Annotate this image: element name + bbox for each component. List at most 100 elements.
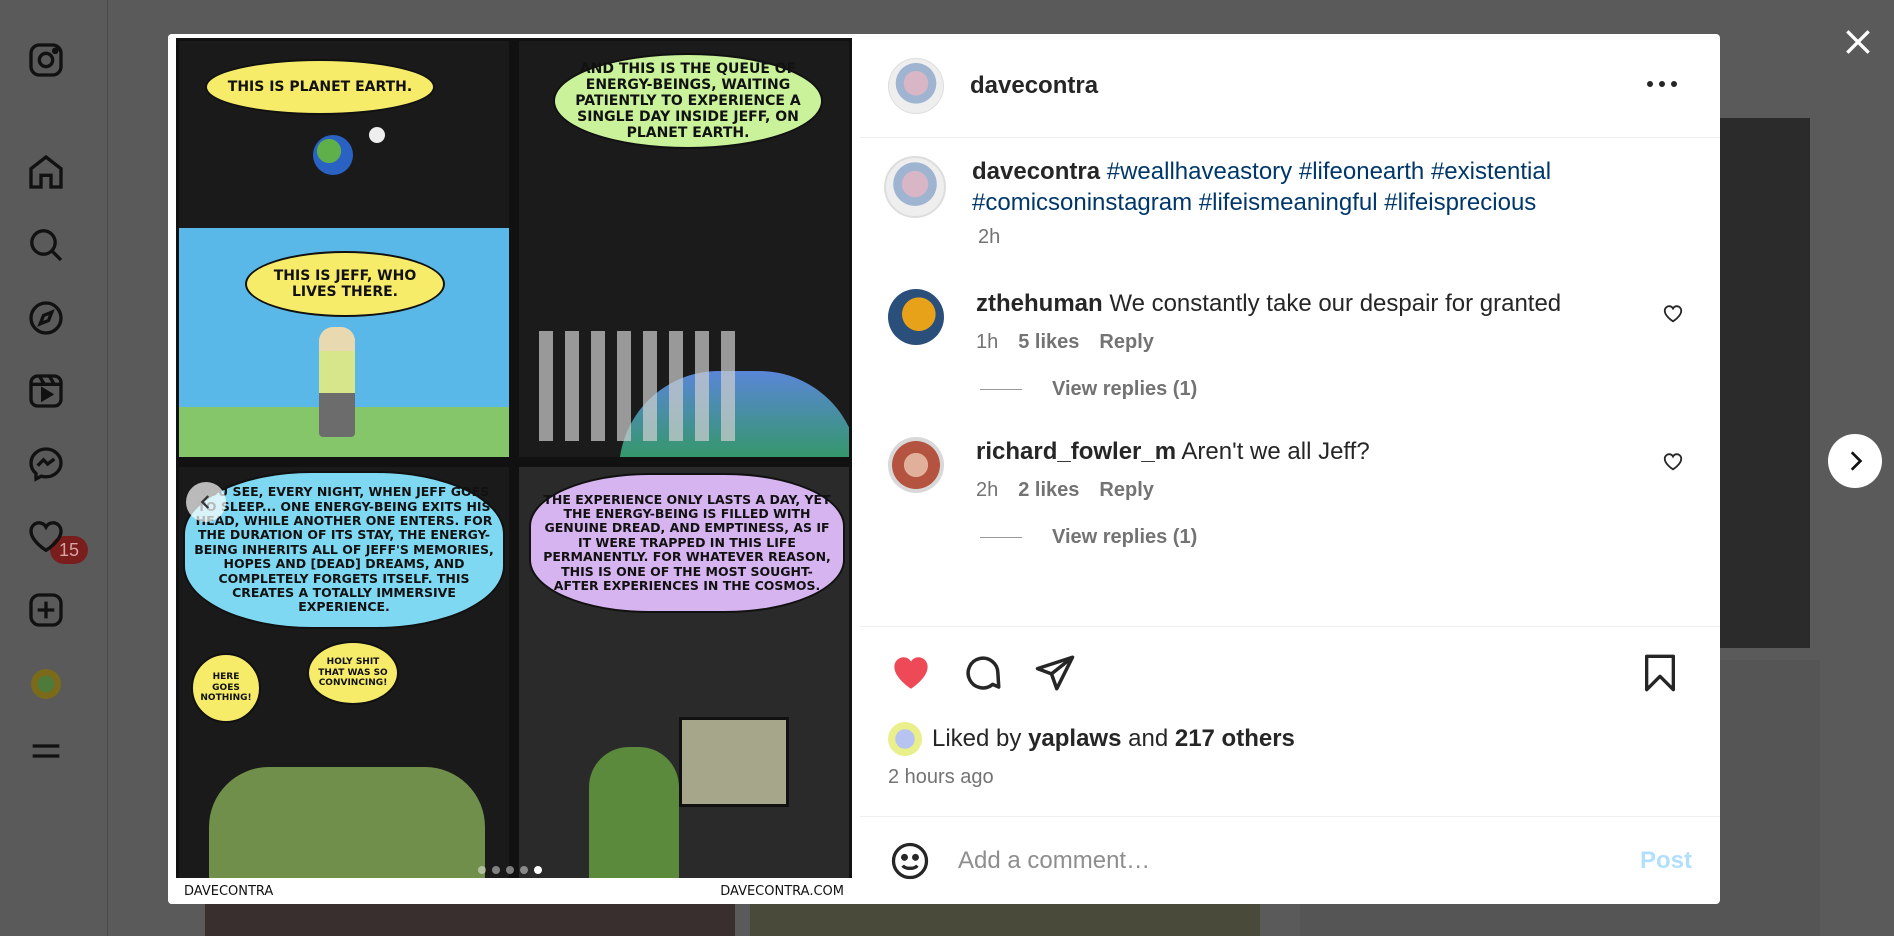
carousel-dot: [520, 866, 528, 874]
hashtag-link[interactable]: #weallhaveastory: [1107, 158, 1292, 185]
comment-like-button[interactable]: [1662, 451, 1684, 473]
comment-meta: 1h 5 likes Reply: [976, 331, 1561, 354]
speech-bubble: HERE GOES NOTHING!: [191, 653, 261, 723]
hashtag-link[interactable]: #comicsoninstagram: [972, 189, 1192, 216]
view-replies-button[interactable]: View replies (1): [980, 526, 1692, 549]
heart-icon[interactable]: [26, 517, 66, 557]
hashtag-link[interactable]: #existential: [1431, 158, 1551, 185]
comment-likes[interactable]: 5 likes: [1018, 331, 1079, 354]
person-drawing: [589, 747, 679, 881]
energy-beings-queue: [539, 331, 739, 441]
avatar[interactable]: [884, 156, 946, 218]
post-timestamp: 2 hours ago: [888, 766, 994, 788]
messenger-icon[interactable]: [26, 444, 66, 484]
close-button[interactable]: [1836, 20, 1880, 64]
more-options-button[interactable]: [1644, 72, 1680, 96]
comment-text-line: zthehuman We constantly take our despair…: [976, 289, 1561, 319]
share-button[interactable]: [1032, 650, 1078, 696]
heart-filled-icon: [894, 656, 928, 689]
add-comment-bar: Post: [860, 816, 1720, 904]
avatar[interactable]: [888, 437, 944, 493]
caption-text: davecontra #weallhaveastory #lifeonearth…: [972, 156, 1692, 218]
comment-time: 2h: [976, 479, 999, 501]
comment-icon: [966, 655, 1001, 690]
monitor-drawing: [679, 717, 789, 807]
post-header: davecontra: [860, 34, 1720, 138]
explore-icon[interactable]: [26, 298, 66, 338]
earth-drawing: [313, 135, 353, 175]
bookmark-icon: [1644, 654, 1675, 692]
comic-panel-1: THIS IS PLANET EARTH. THIS IS JEFF, WHO …: [176, 38, 512, 460]
hashtag-link[interactable]: #lifeisprecious: [1384, 189, 1536, 216]
comic-panel-3: YOU SEE, EVERY NIGHT, WHEN JEFF GOES TO …: [176, 464, 512, 884]
sidebar: 15: [0, 0, 108, 936]
speech-bubble: THIS IS PLANET EARTH.: [205, 59, 435, 115]
profile-icon[interactable]: [26, 664, 66, 704]
carousel-prev-button[interactable]: [186, 482, 226, 522]
reply-button[interactable]: Reply: [1099, 331, 1153, 354]
menu-icon[interactable]: [26, 736, 66, 776]
jeff-figure: [319, 327, 355, 437]
home-icon[interactable]: [26, 152, 66, 192]
pillow-drawing: [209, 767, 485, 881]
comments-section: davecontra #weallhaveastory #lifeonearth…: [860, 138, 1720, 626]
caption-time: 2h: [978, 226, 1001, 248]
author-username[interactable]: davecontra: [970, 72, 1098, 100]
carousel-dot: [492, 866, 500, 874]
close-icon: [1846, 30, 1870, 54]
post-modal: THIS IS PLANET EARTH. THIS IS JEFF, WHO …: [168, 34, 1720, 904]
comment-body: zthehuman We constantly take our despair…: [976, 289, 1561, 354]
instagram-logo-icon[interactable]: [26, 40, 66, 80]
create-icon[interactable]: [26, 590, 66, 630]
avatar[interactable]: [888, 57, 944, 114]
speech-bubble: AND THIS IS THE QUEUE OF ENERGY-BEINGS, …: [553, 53, 823, 149]
comment-text: We constantly take our despair for grant…: [1109, 290, 1562, 317]
view-replies-label: View replies (1): [1052, 526, 1198, 548]
comment-item: zthehuman We constantly take our despair…: [888, 289, 1692, 354]
chevron-right-icon: [1850, 451, 1863, 471]
next-post-button[interactable]: [1828, 434, 1882, 488]
view-replies-button[interactable]: View replies (1): [980, 378, 1692, 401]
avatar[interactable]: [888, 289, 944, 345]
carousel-dot: [478, 866, 486, 874]
comment-username[interactable]: zthehuman: [976, 290, 1103, 317]
comment-body: richard_fowler_m Aren't we all Jeff? 2h …: [976, 437, 1370, 502]
post-comment-button[interactable]: Post: [1640, 847, 1692, 875]
heart-icon: [1663, 453, 1683, 471]
comic-footer: DAVECONTRA DAVECONTRA.COM: [176, 878, 852, 904]
comic-image: THIS IS PLANET EARTH. THIS IS JEFF, WHO …: [176, 38, 852, 904]
save-button[interactable]: [1640, 651, 1680, 695]
comment-meta: 2h 2 likes Reply: [976, 479, 1370, 502]
caption: davecontra #weallhaveastory #lifeonearth…: [884, 156, 1692, 218]
reels-icon[interactable]: [26, 371, 66, 411]
hashtag-link[interactable]: #lifeismeaningful: [1199, 189, 1378, 216]
post-media: THIS IS PLANET EARTH. THIS IS JEFF, WHO …: [168, 34, 860, 904]
view-replies-label: View replies (1): [1052, 378, 1198, 400]
comic-panel-4: THE EXPERIENCE ONLY LASTS A DAY, YET THE…: [516, 464, 852, 884]
avatar[interactable]: [888, 722, 922, 756]
liked-by-others[interactable]: 217 others: [1175, 725, 1295, 753]
divider: [980, 537, 1022, 538]
comment-item: richard_fowler_m Aren't we all Jeff? 2h …: [888, 437, 1692, 502]
hashtag-link[interactable]: #lifeonearth: [1299, 158, 1424, 185]
moon-drawing: [369, 127, 385, 143]
comment-input[interactable]: [958, 846, 1578, 875]
reply-button[interactable]: Reply: [1099, 479, 1153, 502]
comment-button[interactable]: [960, 650, 1006, 696]
emoji-button[interactable]: [888, 839, 932, 883]
comment-username[interactable]: richard_fowler_m: [976, 438, 1176, 465]
speech-bubble: HOLY SHIT THAT WAS SO CONVINCING!: [307, 641, 399, 705]
speech-bubble: YOU SEE, EVERY NIGHT, WHEN JEFF GOES TO …: [183, 471, 505, 629]
caption-username[interactable]: davecontra: [972, 158, 1100, 185]
liked-by-user[interactable]: yaplaws: [1028, 725, 1121, 753]
post-details-pane: davecontra davecontra #weallhaveastory #…: [860, 34, 1720, 904]
chevron-left-icon: [200, 495, 210, 509]
like-button[interactable]: [888, 650, 934, 696]
liked-by-and: and: [1128, 725, 1169, 752]
comic-credit-left: DAVECONTRA: [184, 883, 274, 899]
comment-like-button[interactable]: [1662, 303, 1684, 325]
comment-likes[interactable]: 2 likes: [1018, 479, 1079, 502]
comment-text-line: richard_fowler_m Aren't we all Jeff?: [976, 437, 1370, 467]
comment-time: 1h: [976, 331, 999, 353]
search-icon[interactable]: [26, 225, 66, 265]
